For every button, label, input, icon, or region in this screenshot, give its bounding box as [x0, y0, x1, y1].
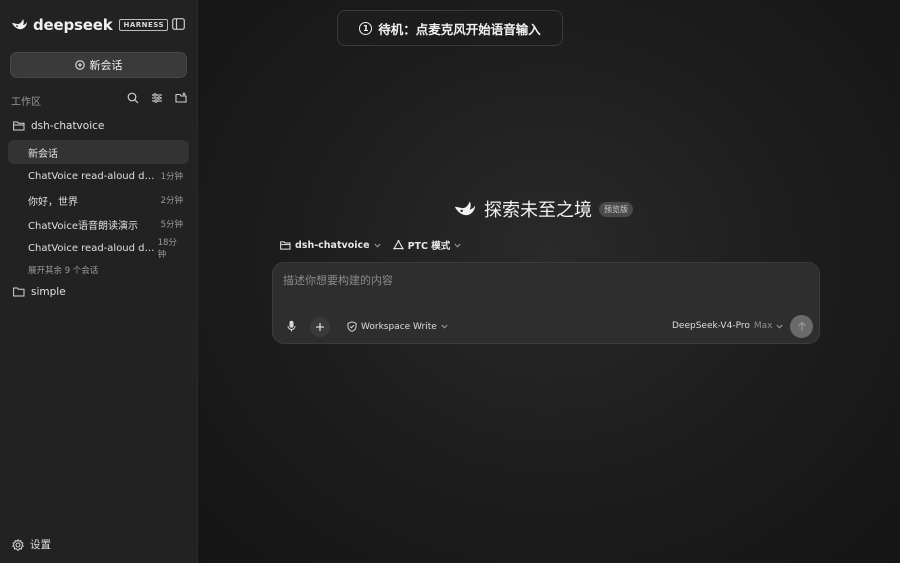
- main-area: 1 待机：点麦克风开始语音输入 探索未至之境 预览版 dsh-chatvoice: [198, 0, 900, 563]
- arrow-up-icon: [797, 321, 807, 332]
- list-item[interactable]: 你好，世界 2分钟: [8, 188, 189, 212]
- folder-dsh-chatvoice[interactable]: dsh-chatvoice: [13, 117, 104, 135]
- sidebar-toggle-icon[interactable]: [172, 18, 185, 30]
- session-time: 18分钟: [157, 238, 177, 260]
- recycle-icon: [392, 240, 404, 250]
- voice-status-toast: 1 待机：点麦克风开始语音输入: [337, 10, 563, 46]
- brand-badge: HARNESS: [119, 19, 169, 31]
- prompt-input[interactable]: [283, 272, 803, 312]
- folder-open-icon: [280, 240, 291, 250]
- gear-icon: [12, 538, 24, 551]
- brand-name: deepseek: [33, 16, 113, 34]
- session-title: ChatVoice语音朗读演示: [28, 220, 138, 232]
- model-tier: Max: [753, 321, 773, 331]
- workspace-label: 工作区: [11, 97, 41, 108]
- session-time: 1分钟: [160, 172, 183, 182]
- chevron-down-icon: [374, 243, 381, 248]
- shield-check-icon: [347, 321, 357, 332]
- workspace-selector[interactable]: dsh-chatvoice: [280, 240, 381, 251]
- brand[interactable]: deepseek HARNESS: [11, 15, 169, 35]
- chevron-down-icon: [441, 324, 448, 329]
- whale-logo-icon: [453, 200, 477, 219]
- context-row: dsh-chatvoice PTC 模式: [280, 238, 461, 252]
- search-icon[interactable]: [127, 92, 139, 104]
- session-title: ChatVoice read-aloud dem...: [28, 242, 158, 254]
- sidebar: deepseek HARNESS 新会话 工作区 dsh-chatvoice 新…: [0, 0, 198, 563]
- preview-badge: 预览版: [599, 201, 633, 217]
- filter-icon[interactable]: [151, 92, 163, 104]
- mode-selector[interactable]: PTC 模式: [392, 238, 462, 252]
- microphone-icon[interactable]: [283, 318, 299, 334]
- workspace-actions: [127, 92, 187, 104]
- session-title: ChatVoice read-aloud demo...: [28, 170, 158, 182]
- toast-text: 待机：点麦克风开始语音输入: [378, 21, 541, 37]
- whale-logo-icon: [11, 18, 28, 32]
- chevron-down-icon: [776, 324, 784, 329]
- folder-open-icon: [13, 121, 25, 131]
- list-item[interactable]: ChatVoice read-aloud demo... 1分钟: [8, 164, 189, 188]
- settings-label: 设置: [30, 539, 51, 551]
- workspace-name: dsh-chatvoice: [295, 239, 370, 251]
- composer: Workspace Write DeepSeek-V4-Pro Max: [272, 262, 820, 344]
- list-item[interactable]: 新会话: [8, 140, 189, 164]
- plus-circle-icon: [74, 60, 85, 70]
- session-title: 你好，世界: [28, 196, 78, 208]
- model-name: DeepSeek-V4-Pro: [672, 321, 750, 331]
- send-button[interactable]: [790, 315, 813, 338]
- session-time: 2分钟: [160, 196, 183, 206]
- session-list: 新会话 ChatVoice read-aloud demo... 1分钟 你好，…: [8, 140, 189, 280]
- hero: 探索未至之境 预览版: [453, 196, 633, 222]
- mode-name: PTC 模式: [407, 241, 451, 252]
- list-item[interactable]: ChatVoice语音朗读演示 5分钟: [8, 212, 189, 236]
- model-selector[interactable]: DeepSeek-V4-Pro Max: [672, 321, 784, 331]
- list-item[interactable]: ChatVoice read-aloud dem... 18分钟: [8, 236, 189, 260]
- new-chat-button[interactable]: 新会话: [10, 52, 187, 78]
- chevron-down-icon: [454, 243, 461, 248]
- step-number: 1: [359, 21, 373, 35]
- new-chat-label: 新会话: [89, 59, 123, 72]
- new-folder-icon[interactable]: [175, 92, 187, 104]
- attach-plus-icon[interactable]: [310, 317, 330, 337]
- folder-icon: [13, 287, 25, 297]
- write-mode-selector[interactable]: Workspace Write: [347, 321, 448, 332]
- session-title: 新会话: [28, 148, 58, 160]
- folder-name: dsh-chatvoice: [31, 120, 105, 132]
- folder-simple[interactable]: simple: [13, 283, 66, 301]
- hero-title: 探索未至之境: [484, 200, 592, 221]
- settings-button[interactable]: 设置: [12, 537, 51, 552]
- write-mode-label: Workspace Write: [361, 321, 437, 332]
- session-time: 5分钟: [160, 220, 183, 230]
- folder-name: simple: [31, 286, 66, 298]
- expand-more-sessions[interactable]: 展开其余 9 个会话: [8, 260, 189, 280]
